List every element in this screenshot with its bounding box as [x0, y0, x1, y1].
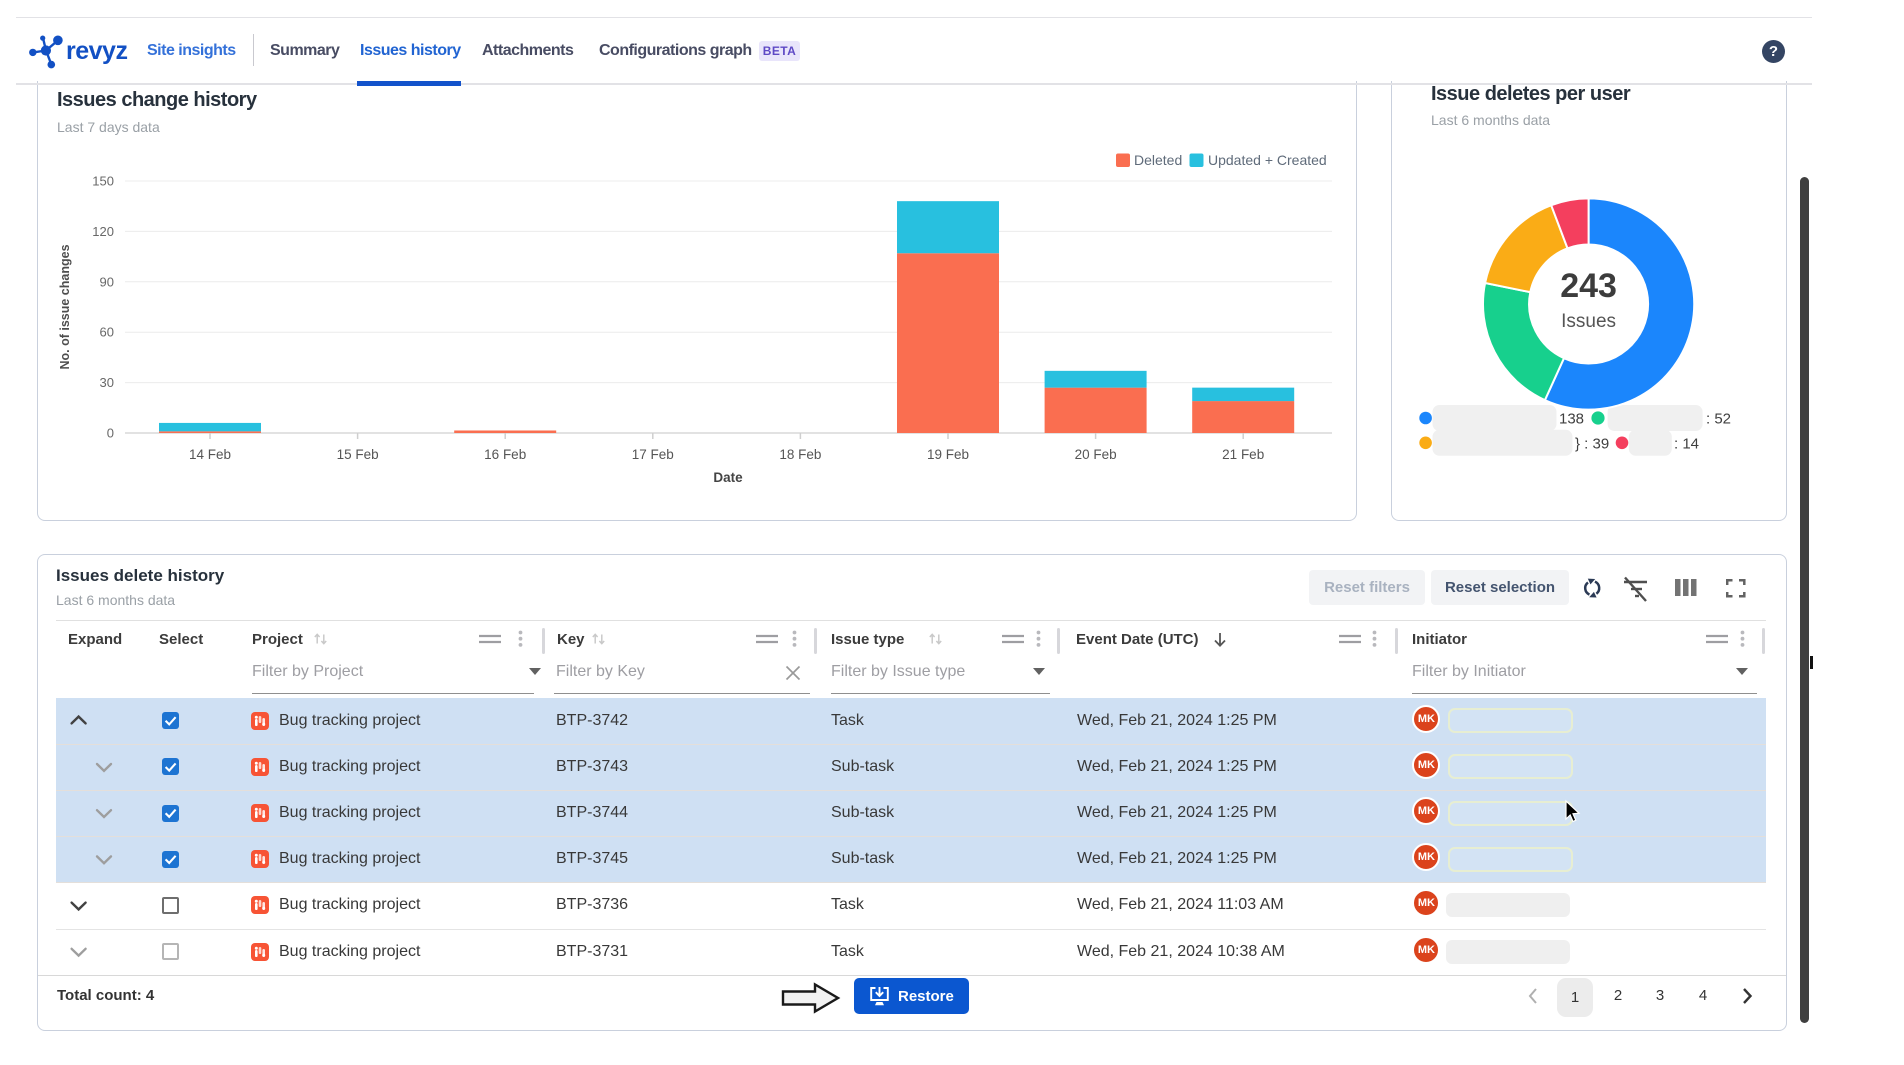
svg-text:60: 60	[100, 325, 114, 340]
svg-text:No. of issue changes: No. of issue changes	[58, 244, 72, 369]
svg-text:Deleted: Deleted	[1134, 152, 1182, 168]
svg-text:90: 90	[100, 274, 114, 289]
svg-text:Updated + Created: Updated + Created	[1208, 152, 1327, 168]
svg-text:Date: Date	[713, 470, 743, 485]
svg-text:21 Feb: 21 Feb	[1222, 447, 1264, 462]
svg-text:120: 120	[92, 224, 114, 239]
svg-text:0: 0	[107, 426, 114, 441]
svg-text:20 Feb: 20 Feb	[1075, 447, 1117, 462]
svg-text:18 Feb: 18 Feb	[779, 447, 821, 462]
svg-text:: 52: : 52	[1706, 411, 1731, 428]
svg-text:19 Feb: 19 Feb	[927, 447, 969, 462]
svg-text:16 Feb: 16 Feb	[484, 447, 526, 462]
svg-text:} : 39: } : 39	[1575, 435, 1609, 452]
svg-text:15 Feb: 15 Feb	[337, 447, 379, 462]
svg-text:17 Feb: 17 Feb	[632, 447, 674, 462]
svg-text:14 Feb: 14 Feb	[189, 447, 231, 462]
svg-text:243: 243	[1560, 267, 1617, 305]
svg-text:Issues: Issues	[1561, 311, 1616, 332]
svg-text:138: 138	[1559, 411, 1584, 428]
svg-text:150: 150	[92, 174, 114, 189]
svg-text:: 14: : 14	[1674, 435, 1699, 452]
svg-text:30: 30	[100, 375, 114, 390]
